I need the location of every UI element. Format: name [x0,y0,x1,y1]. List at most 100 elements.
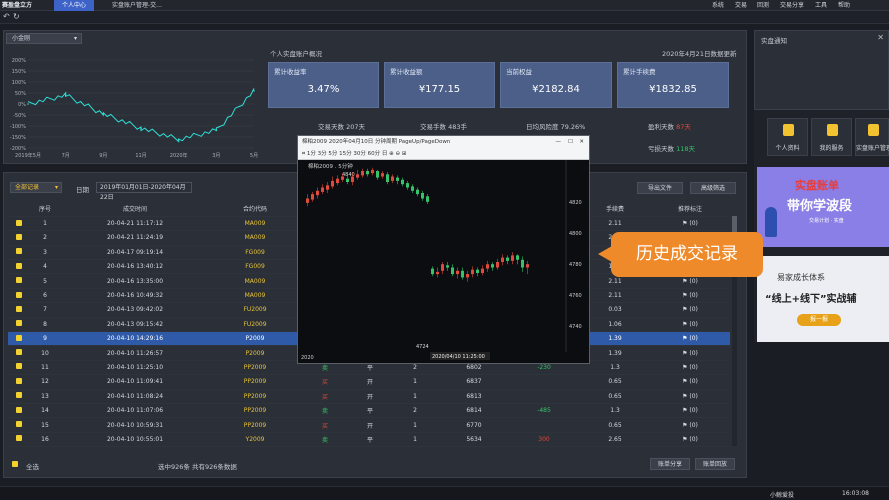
banner-button[interactable]: 报一报 [797,314,841,326]
row-checkbox[interactable] [8,317,30,333]
btn-my-service[interactable]: 我的服务 [811,118,852,156]
row-checkbox[interactable] [8,288,30,304]
candle-body [486,264,489,269]
replay-bill-button[interactable]: 账单回放 [695,458,735,470]
period-day[interactable]: 日 [382,151,388,157]
refresh-icon[interactable]: ↻ [13,12,20,21]
zoom-in-icon[interactable]: ⊕ [389,151,394,157]
cell-no: 13 [30,389,60,404]
card-return-amount: 累计收益额 ¥177.15 [384,62,495,108]
status-bar: 小鲸爱投 16:03:08 [0,486,889,500]
candle-body [391,176,394,181]
note-count: (0) [689,421,698,429]
banner-line2: “线上+线下”实战辅 [765,294,857,305]
cell-time: 20-04-10 14:29:16 [60,331,210,347]
table-row[interactable]: 15 20-04-10 10:59:31 PP2009 买开 1 6770 0.65 ⚑ (0… [8,417,730,433]
card-value: ¥1832.85 [649,84,697,95]
record-filter-select[interactable]: 全部记录 ▾ [10,182,62,193]
kline-popup[interactable]: 棉粕2009 2020年04月10日 分钟周期 PageUp/PageDown … [297,135,590,364]
cell-fee: 0.65 [580,389,650,404]
menu-backtest[interactable]: 回测 [757,0,769,11]
menu-help[interactable]: 帮助 [838,0,850,11]
cell-code: MA009 [210,273,300,289]
tab-personal-center[interactable]: 个人中心 [54,0,95,11]
period-15m[interactable]: 15分 [339,151,352,157]
card-title: 累计手续费 [623,68,656,76]
cell-no: 15 [30,417,60,433]
close-icon[interactable]: ✕ [579,136,584,149]
column-header[interactable]: 推荐标注 [650,202,730,217]
column-header[interactable]: 合约代码 [210,202,300,217]
menu-system[interactable]: 系统 [712,0,724,11]
menu-trade[interactable]: 交易 [735,0,747,11]
equity-point [253,90,255,92]
cell-time: 20-04-10 11:08:24 [60,389,210,404]
period-5m[interactable]: 5分 [328,151,337,157]
row-checkbox[interactable] [8,273,30,289]
zoom-out-icon[interactable]: ⊖ [395,151,400,157]
table-row[interactable]: 13 20-04-10 11:08:24 PP2009 买开 1 6813 0.65 ⚑ (0… [8,389,730,404]
cell-code: MA009 [210,230,300,246]
menu-tools[interactable]: 工具 [815,0,827,11]
row-checkbox[interactable] [8,259,30,275]
table-row[interactable]: 16 20-04-10 10:55:01 Y2009 卖平 1 5634 300 2.65 ⚑ … [8,432,730,448]
period-30m[interactable]: 30分 [353,151,366,157]
export-button[interactable]: 导出文件 [637,182,683,194]
btn-profile[interactable]: 个人资料 [767,118,808,156]
popup-titlebar[interactable]: 棉粕2009 2020年04月10日 分钟周期 PageUp/PageDown … [298,136,589,149]
minimize-icon[interactable]: — [556,136,562,149]
share-bill-button[interactable]: 账单分享 [650,458,690,470]
back-icon[interactable]: ↶ [3,12,10,21]
note-count: (0) [689,335,698,343]
row-checkbox[interactable] [8,432,30,448]
row-checkbox[interactable] [8,389,30,404]
candle-body [351,176,354,182]
column-header[interactable]: 成交时间 [60,202,210,217]
row-checkbox[interactable] [8,374,30,390]
overview-updated: 2020年4月21日数据更新 [662,50,737,58]
table-row[interactable]: 14 20-04-10 11:07:06 PP2009 卖平 2 6814 -485 1.3 ⚑… [8,403,730,419]
row-checkbox[interactable] [8,403,30,419]
column-header[interactable]: 序号 [30,202,60,217]
row-checkbox[interactable] [8,230,30,246]
candle-body [306,198,309,203]
candle-body [511,255,514,261]
column-header[interactable] [8,202,30,217]
row-checkbox[interactable] [8,302,30,318]
close-icon[interactable]: ✕ [877,33,884,42]
account-select[interactable]: 小金刚 ▾ [6,33,82,44]
row-checkbox[interactable] [8,417,30,433]
table-row[interactable]: 12 20-04-10 11:09:41 PP2009 买开 1 6837 0.65 ⚑ (0… [8,374,730,390]
cell-time: 20-04-10 11:07:06 [60,403,210,419]
period-1m[interactable]: 1分 [307,151,316,157]
date-range-input[interactable]: 2019年01月01日-2020年04月22日 [96,182,192,201]
select-all-checkbox[interactable] [12,461,18,469]
row-checkbox[interactable] [8,245,30,261]
cell-fee: 1.3 [580,360,650,376]
row-checkbox[interactable] [8,331,30,347]
cell-time: 20-04-16 10:49:32 [60,288,210,304]
menu-trade-share[interactable]: 交易分享 [780,0,804,11]
select-all-label: 全选 [26,463,39,471]
tab-account-management[interactable]: 实盘账户管理-交... [104,0,170,11]
crosshair-icon[interactable]: ⊞ [402,151,407,157]
x-tick-label: 2020年 [170,152,188,158]
candle-body [451,267,454,275]
advanced-filter-button[interactable]: 高级筛选 [690,182,736,194]
status-time: 16:03:08 [842,490,869,497]
row-checkbox[interactable] [8,345,30,361]
maximize-icon[interactable]: ☐ [568,136,573,149]
row-checkbox[interactable] [8,216,30,232]
column-header[interactable]: 手续费 [580,202,650,217]
promo-banner-2[interactable]: 易家成长体系 “线上+线下”实战辅 报一报 [757,256,889,342]
stat-label: 日均风险度 [526,123,559,131]
x-tick-label: 3月 [212,153,220,158]
btn-account-mgmt[interactable]: 实盘账户管理 [855,118,889,156]
row-checkbox[interactable] [8,360,30,376]
period-3m[interactable]: 3分 [318,151,327,157]
chart-icon[interactable]: ⌗ [302,151,305,157]
banner-line1: 易家成长体系 [777,273,825,282]
period-60m[interactable]: 60分 [368,151,381,157]
candle-body [431,268,434,275]
promo-banner-1[interactable]: 实盘账单 带你学波段 交易计划 · 实盘 [757,167,889,247]
